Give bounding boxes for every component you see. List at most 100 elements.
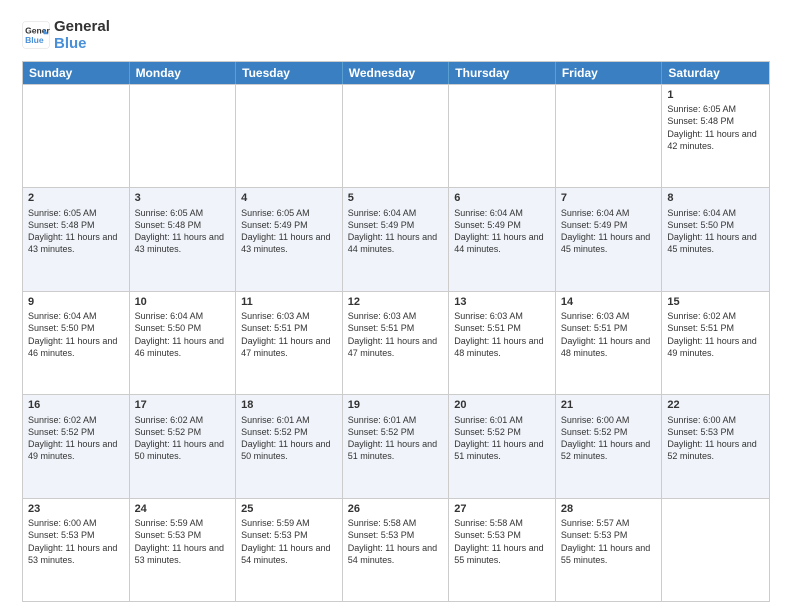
cell-daylight-info: Sunrise: 6:01 AM Sunset: 5:52 PM Dayligh… — [348, 414, 444, 463]
calendar-cell-r0-c1 — [130, 85, 237, 188]
cell-daylight-info: Sunrise: 6:03 AM Sunset: 5:51 PM Dayligh… — [348, 310, 444, 359]
calendar-cell-r2-c5: 14Sunrise: 6:03 AM Sunset: 5:51 PM Dayli… — [556, 292, 663, 395]
calendar-row-3: 16Sunrise: 6:02 AM Sunset: 5:52 PM Dayli… — [23, 394, 769, 498]
svg-text:Blue: Blue — [25, 35, 44, 45]
calendar-cell-r1-c6: 8Sunrise: 6:04 AM Sunset: 5:50 PM Daylig… — [662, 188, 769, 291]
cell-daylight-info: Sunrise: 6:04 AM Sunset: 5:50 PM Dayligh… — [28, 310, 124, 359]
cell-daylight-info: Sunrise: 6:03 AM Sunset: 5:51 PM Dayligh… — [241, 310, 337, 359]
calendar-cell-r2-c1: 10Sunrise: 6:04 AM Sunset: 5:50 PM Dayli… — [130, 292, 237, 395]
weekday-sunday: Sunday — [23, 62, 130, 84]
calendar-cell-r4-c4: 27Sunrise: 5:58 AM Sunset: 5:53 PM Dayli… — [449, 499, 556, 602]
day-number: 2 — [28, 191, 124, 206]
day-number: 21 — [561, 398, 657, 413]
calendar-cell-r0-c0 — [23, 85, 130, 188]
cell-daylight-info: Sunrise: 6:00 AM Sunset: 5:52 PM Dayligh… — [561, 414, 657, 463]
day-number: 15 — [667, 295, 764, 310]
cell-daylight-info: Sunrise: 6:05 AM Sunset: 5:48 PM Dayligh… — [28, 207, 124, 256]
day-number: 10 — [135, 295, 231, 310]
calendar-cell-r3-c2: 18Sunrise: 6:01 AM Sunset: 5:52 PM Dayli… — [236, 395, 343, 498]
calendar-cell-r0-c4 — [449, 85, 556, 188]
day-number: 11 — [241, 295, 337, 310]
cell-daylight-info: Sunrise: 6:00 AM Sunset: 5:53 PM Dayligh… — [667, 414, 764, 463]
calendar-cell-r1-c0: 2Sunrise: 6:05 AM Sunset: 5:48 PM Daylig… — [23, 188, 130, 291]
day-number: 25 — [241, 502, 337, 517]
calendar-cell-r2-c6: 15Sunrise: 6:02 AM Sunset: 5:51 PM Dayli… — [662, 292, 769, 395]
day-number: 23 — [28, 502, 124, 517]
cell-daylight-info: Sunrise: 6:04 AM Sunset: 5:49 PM Dayligh… — [454, 207, 550, 256]
cell-daylight-info: Sunrise: 6:02 AM Sunset: 5:51 PM Dayligh… — [667, 310, 764, 359]
cell-daylight-info: Sunrise: 5:57 AM Sunset: 5:53 PM Dayligh… — [561, 517, 657, 566]
weekday-monday: Monday — [130, 62, 237, 84]
day-number: 12 — [348, 295, 444, 310]
logo: General Blue General Blue — [22, 18, 110, 53]
calendar-cell-r1-c1: 3Sunrise: 6:05 AM Sunset: 5:48 PM Daylig… — [130, 188, 237, 291]
calendar-cell-r3-c4: 20Sunrise: 6:01 AM Sunset: 5:52 PM Dayli… — [449, 395, 556, 498]
cell-daylight-info: Sunrise: 6:02 AM Sunset: 5:52 PM Dayligh… — [28, 414, 124, 463]
calendar-cell-r3-c0: 16Sunrise: 6:02 AM Sunset: 5:52 PM Dayli… — [23, 395, 130, 498]
day-number: 4 — [241, 191, 337, 206]
day-number: 1 — [667, 88, 764, 103]
calendar-row-0: 1Sunrise: 6:05 AM Sunset: 5:48 PM Daylig… — [23, 84, 769, 188]
day-number: 14 — [561, 295, 657, 310]
calendar-cell-r2-c0: 9Sunrise: 6:04 AM Sunset: 5:50 PM Daylig… — [23, 292, 130, 395]
logo-wordmark: General Blue — [54, 18, 110, 53]
header: General Blue General Blue — [22, 18, 770, 53]
day-number: 18 — [241, 398, 337, 413]
cell-daylight-info: Sunrise: 6:00 AM Sunset: 5:53 PM Dayligh… — [28, 517, 124, 566]
calendar-cell-r4-c2: 25Sunrise: 5:59 AM Sunset: 5:53 PM Dayli… — [236, 499, 343, 602]
cell-daylight-info: Sunrise: 6:01 AM Sunset: 5:52 PM Dayligh… — [241, 414, 337, 463]
day-number: 8 — [667, 191, 764, 206]
cell-daylight-info: Sunrise: 6:02 AM Sunset: 5:52 PM Dayligh… — [135, 414, 231, 463]
cell-daylight-info: Sunrise: 6:04 AM Sunset: 5:50 PM Dayligh… — [135, 310, 231, 359]
calendar-cell-r0-c5 — [556, 85, 663, 188]
calendar-cell-r1-c5: 7Sunrise: 6:04 AM Sunset: 5:49 PM Daylig… — [556, 188, 663, 291]
calendar-cell-r0-c6: 1Sunrise: 6:05 AM Sunset: 5:48 PM Daylig… — [662, 85, 769, 188]
calendar-body: 1Sunrise: 6:05 AM Sunset: 5:48 PM Daylig… — [23, 84, 769, 602]
calendar-cell-r4-c5: 28Sunrise: 5:57 AM Sunset: 5:53 PM Dayli… — [556, 499, 663, 602]
calendar-cell-r1-c4: 6Sunrise: 6:04 AM Sunset: 5:49 PM Daylig… — [449, 188, 556, 291]
cell-daylight-info: Sunrise: 6:04 AM Sunset: 5:49 PM Dayligh… — [561, 207, 657, 256]
calendar-cell-r3-c6: 22Sunrise: 6:00 AM Sunset: 5:53 PM Dayli… — [662, 395, 769, 498]
calendar-row-2: 9Sunrise: 6:04 AM Sunset: 5:50 PM Daylig… — [23, 291, 769, 395]
day-number: 24 — [135, 502, 231, 517]
calendar-row-1: 2Sunrise: 6:05 AM Sunset: 5:48 PM Daylig… — [23, 187, 769, 291]
weekday-wednesday: Wednesday — [343, 62, 450, 84]
day-number: 20 — [454, 398, 550, 413]
calendar-row-4: 23Sunrise: 6:00 AM Sunset: 5:53 PM Dayli… — [23, 498, 769, 602]
calendar-cell-r3-c5: 21Sunrise: 6:00 AM Sunset: 5:52 PM Dayli… — [556, 395, 663, 498]
calendar-cell-r3-c3: 19Sunrise: 6:01 AM Sunset: 5:52 PM Dayli… — [343, 395, 450, 498]
cell-daylight-info: Sunrise: 5:58 AM Sunset: 5:53 PM Dayligh… — [454, 517, 550, 566]
cell-daylight-info: Sunrise: 5:58 AM Sunset: 5:53 PM Dayligh… — [348, 517, 444, 566]
day-number: 19 — [348, 398, 444, 413]
calendar-cell-r1-c2: 4Sunrise: 6:05 AM Sunset: 5:49 PM Daylig… — [236, 188, 343, 291]
calendar-header: Sunday Monday Tuesday Wednesday Thursday… — [23, 62, 769, 84]
day-number: 16 — [28, 398, 124, 413]
day-number: 26 — [348, 502, 444, 517]
day-number: 3 — [135, 191, 231, 206]
cell-daylight-info: Sunrise: 6:04 AM Sunset: 5:50 PM Dayligh… — [667, 207, 764, 256]
page: General Blue General Blue Sunday Monday … — [0, 0, 792, 612]
calendar-cell-r3-c1: 17Sunrise: 6:02 AM Sunset: 5:52 PM Dayli… — [130, 395, 237, 498]
calendar-cell-r2-c2: 11Sunrise: 6:03 AM Sunset: 5:51 PM Dayli… — [236, 292, 343, 395]
cell-daylight-info: Sunrise: 6:05 AM Sunset: 5:48 PM Dayligh… — [135, 207, 231, 256]
cell-daylight-info: Sunrise: 6:04 AM Sunset: 5:49 PM Dayligh… — [348, 207, 444, 256]
calendar-cell-r2-c4: 13Sunrise: 6:03 AM Sunset: 5:51 PM Dayli… — [449, 292, 556, 395]
weekday-thursday: Thursday — [449, 62, 556, 84]
cell-daylight-info: Sunrise: 6:05 AM Sunset: 5:48 PM Dayligh… — [667, 103, 764, 152]
logo-icon: General Blue — [22, 21, 50, 49]
cell-daylight-info: Sunrise: 5:59 AM Sunset: 5:53 PM Dayligh… — [135, 517, 231, 566]
day-number: 6 — [454, 191, 550, 206]
day-number: 5 — [348, 191, 444, 206]
calendar-cell-r0-c3 — [343, 85, 450, 188]
day-number: 7 — [561, 191, 657, 206]
calendar-cell-r4-c6 — [662, 499, 769, 602]
calendar: Sunday Monday Tuesday Wednesday Thursday… — [22, 61, 770, 603]
calendar-cell-r4-c1: 24Sunrise: 5:59 AM Sunset: 5:53 PM Dayli… — [130, 499, 237, 602]
weekday-tuesday: Tuesday — [236, 62, 343, 84]
weekday-saturday: Saturday — [662, 62, 769, 84]
calendar-cell-r1-c3: 5Sunrise: 6:04 AM Sunset: 5:49 PM Daylig… — [343, 188, 450, 291]
day-number: 28 — [561, 502, 657, 517]
day-number: 22 — [667, 398, 764, 413]
calendar-cell-r4-c0: 23Sunrise: 6:00 AM Sunset: 5:53 PM Dayli… — [23, 499, 130, 602]
calendar-cell-r0-c2 — [236, 85, 343, 188]
